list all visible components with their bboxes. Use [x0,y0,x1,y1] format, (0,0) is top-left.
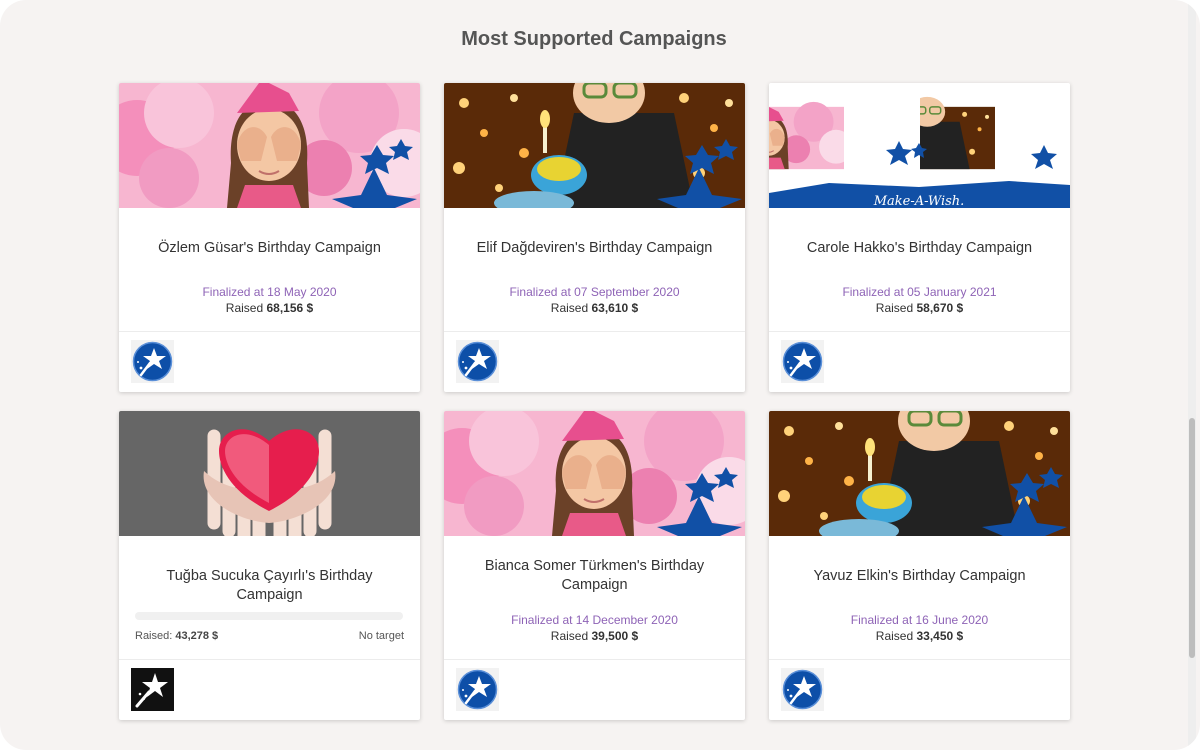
raised-label: Raised: [135,630,173,642]
raised-label: Raised [875,629,914,643]
raised-label: Raised [550,629,589,643]
campaign-raised: Raised 33,450 $ [769,629,1070,643]
campaign-card[interactable]: Özlem Güsar's Birthday Campaign Finalize… [119,83,420,392]
campaign-title[interactable]: Bianca Somer Türkmen's Birthday Campaign [464,557,725,595]
make-a-wish-star-icon[interactable] [131,340,174,383]
hands-holding-heart-image [119,411,420,536]
make-a-wish-star-icon[interactable] [781,668,824,711]
card-divider [444,659,745,660]
vertical-scrollbar[interactable] [1188,0,1196,750]
raised-value: 63,610 $ [591,301,639,315]
campaign-target: No target [358,630,404,642]
raised-value: 39,500 $ [591,629,639,643]
campaign-image[interactable] [444,83,745,208]
raised-label: Raised [225,301,264,315]
campaign-image[interactable] [444,411,745,536]
make-a-wish-star-icon[interactable] [456,668,499,711]
card-divider [119,331,420,332]
page-frame: Most Supported Campaigns Özlem Güsar's B… [0,0,1200,750]
campaign-raised: Raised 39,500 $ [444,629,745,643]
campaign-finalized-date: Finalized at 14 December 2020 [511,613,678,627]
campaign-raised: Raised 68,156 $ [119,301,420,315]
card-divider [119,659,420,660]
campaign-title[interactable]: Özlem Güsar's Birthday Campaign [139,239,400,258]
boy-blowing-candle-image [444,83,745,208]
campaign-title[interactable]: Tuğba Sucuka Çayırlı's Birthday Campaign [139,567,400,605]
campaign-card[interactable]: Tuğba Sucuka Çayırlı's Birthday Campaign… [119,411,420,720]
card-divider [769,331,1070,332]
progress-bar [135,612,403,620]
raised-label: Raised [550,301,589,315]
campaign-image[interactable]: Make-A-Wish. [769,83,1070,208]
campaign-finalized-date: Finalized at 05 January 2021 [842,285,997,299]
raised-value: 68,156 $ [266,301,314,315]
campaign-image[interactable] [119,411,420,536]
campaign-card[interactable]: Elif Dağdeviren's Birthday Campaign Fina… [444,83,745,392]
girl-covering-eyes-image [119,83,420,208]
raised-value: 43,278 $ [175,630,219,642]
card-divider [444,331,745,332]
campaign-image[interactable] [119,83,420,208]
campaign-finalized-date: Finalized at 16 June 2020 [850,613,989,627]
raised-value: 58,670 $ [916,301,964,315]
raised-label: Raised [875,301,914,315]
make-a-wish-banner-text: Make-A-Wish. [873,194,965,208]
raised-value: 33,450 $ [916,629,964,643]
campaign-raised: Raised 58,670 $ [769,301,1070,315]
campaign-image[interactable] [769,411,1070,536]
black-wand-star-icon[interactable] [131,668,174,711]
campaign-finalized-date: Finalized at 18 May 2020 [202,285,337,299]
campaign-title[interactable]: Carole Hakko's Birthday Campaign [789,239,1050,258]
campaign-card[interactable]: Bianca Somer Türkmen's Birthday Campaign… [444,411,745,720]
campaign-title[interactable]: Yavuz Elkin's Birthday Campaign [789,567,1050,586]
campaign-card[interactable]: Make-A-Wish. Carole Hakko's Birthday Cam… [769,83,1070,392]
make-a-wish-collage-image: Make-A-Wish. [769,83,1070,208]
girl-covering-eyes-image [444,411,745,536]
scrollbar-thumb[interactable] [1189,418,1195,658]
make-a-wish-star-icon[interactable] [456,340,499,383]
card-divider [769,659,1070,660]
make-a-wish-star-icon[interactable] [781,340,824,383]
campaign-raised: Raised 63,610 $ [444,301,745,315]
campaign-finalized-date: Finalized at 07 September 2020 [509,285,680,299]
section-title: Most Supported Campaigns [461,28,727,50]
campaign-raised: Raised: 43,278 $ [135,630,218,642]
campaign-card[interactable]: Yavuz Elkin's Birthday Campaign Finalize… [769,411,1070,720]
boy-blowing-candle-image [769,411,1070,536]
campaign-title[interactable]: Elif Dağdeviren's Birthday Campaign [464,239,725,258]
